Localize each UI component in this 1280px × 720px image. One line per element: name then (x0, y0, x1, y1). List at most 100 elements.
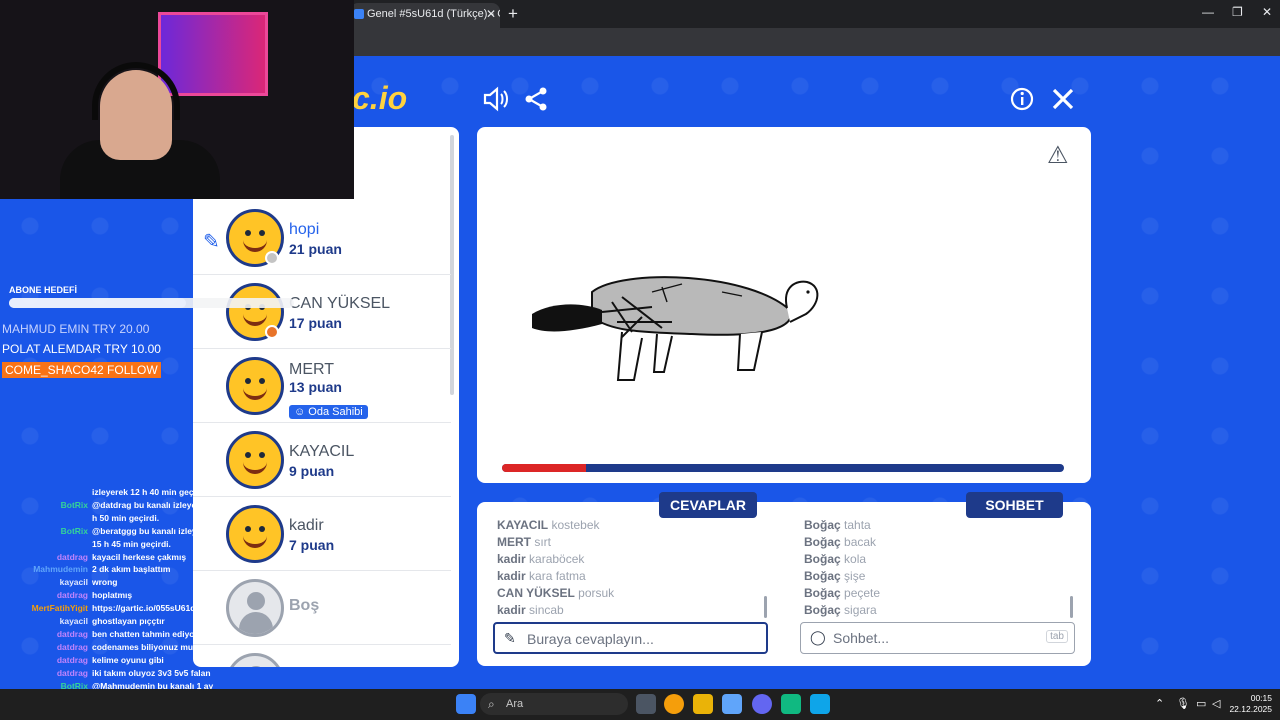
stream-chat-line: BotRix @beratggg bu kanalı izleyerek (0, 525, 215, 536)
sub-goal-fill (9, 298, 186, 308)
donation-item: MAHMUD EMIN TRY 20.00 (2, 322, 150, 336)
taskbar-clock[interactable]: 00:15 22.12.2025 (1229, 693, 1272, 715)
minimize-button[interactable]: — (1202, 5, 1214, 19)
close-icon[interactable] (1050, 86, 1076, 117)
window-close-button[interactable]: ✕ (1262, 5, 1272, 19)
player-row-empty[interactable] (193, 645, 451, 667)
taskbar-search[interactable]: Ara (480, 693, 628, 715)
new-tab-button[interactable]: + (508, 4, 518, 24)
players-panel: ✎ hopi 21 puan CAN YÜKSEL 17 puan MERT 1… (193, 127, 459, 667)
chat-text: hoplatmış (92, 590, 133, 601)
stream-chat-line: izleyerek 12 h 40 min geçirdi. (0, 487, 209, 497)
app-icon[interactable] (781, 694, 801, 714)
pencil-icon: ✎ (504, 630, 516, 646)
app-icon[interactable] (722, 694, 742, 714)
chat-scrollbar[interactable] (1070, 596, 1073, 618)
start-icon[interactable] (456, 694, 476, 714)
player-name: KAYACIL (289, 443, 355, 460)
status-dot (265, 251, 279, 265)
speaker-icon[interactable] (482, 86, 508, 117)
answer-item: KAYACIL kostebek (497, 518, 600, 532)
stream-chat-line: h 50 min geçirdi. (0, 513, 159, 523)
player-name: CAN YÜKSEL (289, 295, 391, 312)
chat-text: iki takım oluyoz 3v3 5v5 falan (92, 667, 211, 678)
chat-item: Boğaç sigara (804, 603, 877, 617)
avatar (226, 431, 284, 489)
tab-close-icon[interactable]: ✕ (486, 3, 496, 25)
player-row-hopi[interactable]: ✎ hopi 21 puan (193, 201, 451, 275)
stream-chat-line: kayacil ghostlayan pıççtır (0, 616, 165, 626)
stream-chat-line: datdrag ben chatten tahmin ediyom (0, 629, 202, 639)
chat-username: MertFatihYigit (31, 603, 88, 614)
search-icon: ⌕ (488, 697, 495, 711)
chat-input[interactable]: ◯ Sohbet... tab (800, 622, 1075, 654)
browser-tab[interactable]: Genel #5sU61d (Türkçe) - Gartic ✕ (350, 3, 500, 28)
player-row-kayacil[interactable]: KAYACIL 9 puan (193, 423, 451, 497)
discord-icon[interactable] (752, 694, 772, 714)
volume-icon[interactable]: ◁ (1212, 697, 1220, 710)
chat-placeholder: Sohbet... (833, 630, 890, 646)
follow-alert: COME_SHACO42 FOLLOW (2, 362, 161, 378)
tab-key-hint: tab (1046, 630, 1068, 643)
stream-chat-line: MertFatihYigit https://gartic.io/055sU61d (0, 603, 196, 614)
player-row-empty[interactable]: Boş (193, 571, 451, 645)
player-score: 13 puan (289, 379, 342, 395)
player-score: 21 puan (289, 241, 342, 257)
chat-username: datdrag (56, 551, 88, 562)
app-icon[interactable] (810, 694, 830, 714)
turtle-drawing (532, 276, 819, 381)
chat-username: datdrag (56, 641, 88, 652)
empty-avatar-icon (226, 579, 284, 637)
player-row-mert[interactable]: MERT 13 puan ☺ Oda Sahibi (193, 349, 451, 423)
stream-chat-line: kayacil wrong (0, 577, 118, 587)
task-view-icon[interactable] (636, 694, 656, 714)
player-row-kadir[interactable]: kadir 7 puan (193, 497, 451, 571)
chat-item: Boğaç tahta (804, 518, 871, 532)
player-name: kadir (289, 517, 324, 534)
pencil-icon: ✎ (203, 231, 220, 253)
sub-goal-label: ABONE HEDEFİ (9, 285, 78, 295)
chat-bubble-icon: ◯ (810, 629, 826, 645)
file-explorer-icon[interactable] (693, 694, 713, 714)
answer-item: kadir sincab (497, 603, 564, 617)
report-warning-icon[interactable]: ⚠ (1047, 141, 1069, 170)
chat-text: kayacil herkese çakmış (92, 551, 187, 562)
chat-text: @beratggg bu kanalı izleyerek (92, 525, 215, 536)
info-icon[interactable] (1010, 86, 1034, 117)
donation-item: POLAT ALEMDAR TRY 10.00 (2, 342, 161, 356)
chat-text: codenames biliyonuz mu (92, 641, 194, 652)
answers-scrollbar[interactable] (764, 596, 767, 618)
chat-username: datdrag (56, 590, 88, 601)
chat-username: kayacil (59, 616, 88, 626)
answer-input[interactable]: ✎ Buraya cevaplayın... (493, 622, 768, 654)
tab-favicon-icon (354, 9, 364, 19)
chat-username: kayacil (59, 577, 88, 588)
answer-item: MERT sırt (497, 535, 552, 549)
chat-text: kelime oyunu gibi (92, 654, 164, 665)
player-row-can-yuksel[interactable]: CAN YÜKSEL 17 puan (193, 275, 451, 349)
round-timer-bar (502, 464, 1064, 472)
stream-chat-line: 15 h 45 min geçirdi. (0, 539, 171, 549)
tab-chat[interactable]: SOHBET (966, 492, 1063, 518)
stream-chat-line: BotRix @datdrag bu kanalı izleyerek 10 (0, 500, 221, 510)
tray-arrow-icon[interactable]: ⌃ (1155, 697, 1164, 710)
share-icon[interactable] (524, 86, 548, 117)
chat-text: ghostlayan pıççtır (92, 616, 165, 626)
chat-text: https://gartic.io/055sU61d (92, 603, 196, 614)
chat-text: wrong (92, 577, 118, 588)
tab-answers[interactable]: CEVAPLAR (659, 492, 757, 518)
answer-placeholder: Buraya cevaplayın... (527, 631, 654, 647)
webcam-overlay (0, 0, 354, 199)
sub-goal-bar (9, 298, 294, 308)
drawing-canvas[interactable]: ⚠ (477, 127, 1091, 483)
avatar (226, 357, 284, 415)
chat-text: 2 dk akım başlattım (92, 564, 171, 575)
led-shelf (158, 12, 268, 96)
chat-text: izleyerek 12 h 40 min geçirdi. (92, 487, 210, 497)
chrome-icon[interactable] (664, 694, 684, 714)
microphone-icon[interactable]: 🎙 (1176, 697, 1190, 710)
chat-item: Boğaç peçete (804, 586, 881, 600)
maximize-button[interactable]: ❐ (1232, 5, 1243, 19)
network-icon[interactable]: ▭ (1196, 697, 1206, 710)
chat-username: BotRix (60, 499, 88, 510)
